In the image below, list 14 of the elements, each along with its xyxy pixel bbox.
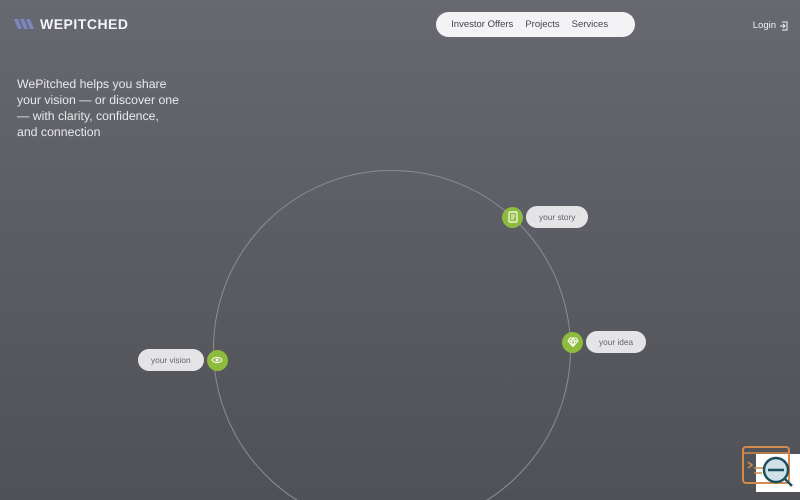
nav-link[interactable]: Services [572,18,608,30]
label-pill[interactable]: your vision [138,349,204,371]
brand-logo[interactable]: WEPITCHED [40,16,128,32]
tagline: WePitched helps you share your vision — or discover one — with clarity, confidence, and connection [17,76,180,140]
login-icon [779,20,788,30]
label-pill[interactable]: your idea [586,331,646,353]
eye-icon [211,356,224,364]
nav-link[interactable]: Projects [525,18,560,30]
nav-link[interactable]: Investor Offers [451,18,514,30]
diamond-icon [566,337,578,347]
label-pill[interactable]: your story [526,206,588,228]
document-icon [508,211,518,223]
browser-search-icon[interactable] [742,446,800,492]
login-link[interactable]: Login [752,20,788,31]
